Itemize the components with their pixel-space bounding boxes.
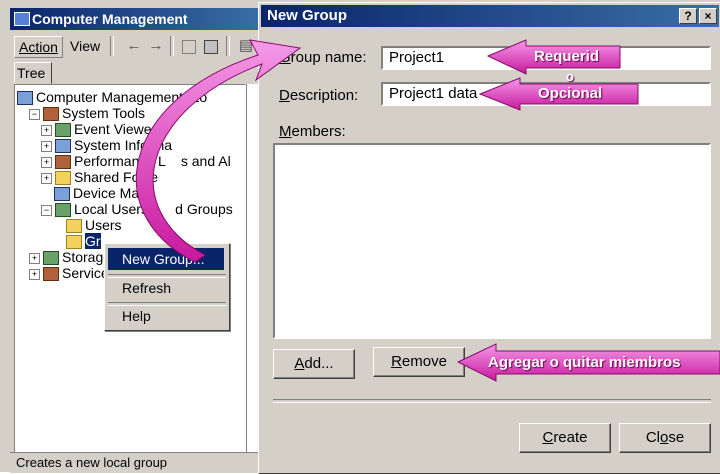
tree-item-label: Computer Management (Lo <box>36 89 208 105</box>
tree-item[interactable]: Computer Management (Lo <box>17 89 233 106</box>
tree-item-label: Performance L s and Al <box>74 153 231 169</box>
group-name-label: Group name: <box>279 49 367 66</box>
forward-arrow-icon[interactable]: → <box>148 38 164 54</box>
performance-logs-icon <box>55 155 71 170</box>
tree-item[interactable]: Device Mana <box>17 185 233 202</box>
tree-item-label: Event Viewer <box>74 121 157 137</box>
tree-item[interactable]: − System Tools <box>17 105 233 122</box>
action-menu[interactable]: Action <box>14 36 63 58</box>
device-manager-icon <box>54 187 70 202</box>
description-label: Description: <box>279 87 359 104</box>
close-icon[interactable]: × <box>699 8 717 24</box>
show-tree-icon[interactable] <box>204 40 218 54</box>
toolbar: Action View ← → ▤ <box>14 34 260 60</box>
callout-required: Requerid <box>534 48 600 65</box>
tree-item-label: Shared Folde <box>74 169 159 185</box>
callout-members: Agregar o quitar miembros <box>488 354 681 371</box>
close-button[interactable]: Close <box>619 423 711 453</box>
services-icon <box>43 267 59 282</box>
help-button[interactable]: ? <box>679 8 697 24</box>
tree-item-label: Users <box>85 217 122 233</box>
tree-item[interactable]: Users <box>17 217 233 234</box>
tree-item[interactable]: + System Informa <box>17 137 233 154</box>
tree-item-label: System Informa <box>74 137 173 153</box>
local-users-groups-icon <box>55 203 71 218</box>
toolbar-separator <box>170 36 174 56</box>
computer-management-icon <box>17 91 33 106</box>
dialog-title: New Group <box>267 7 348 24</box>
expand-icon[interactable]: + <box>41 140 52 152</box>
computer-management-titlebar: Computer Management <box>10 8 260 30</box>
tab-tree[interactable]: Tree <box>14 62 52 84</box>
remove-button[interactable]: Remove <box>373 347 465 377</box>
folder-open-icon <box>66 235 82 250</box>
tree-item-label: Gr <box>85 233 101 249</box>
properties-icon[interactable]: ▤ <box>238 38 254 54</box>
context-menu-help[interactable]: Help <box>108 305 224 327</box>
status-bar: Creates a new local group <box>10 452 264 473</box>
window-title: Computer Management <box>32 11 188 27</box>
context-menu-refresh[interactable]: Refresh <box>108 277 224 299</box>
system-tools-icon <box>43 107 59 122</box>
tree-item[interactable]: + Performance L s and Al <box>17 153 233 170</box>
members-list[interactable] <box>273 143 711 339</box>
system-information-icon <box>55 139 71 154</box>
dialog-separator <box>273 399 711 403</box>
storage-icon <box>43 251 59 266</box>
computer-management-icon <box>14 12 30 26</box>
callout-optional: Opcional <box>538 85 603 102</box>
tree-item-label: System Tools <box>62 105 145 121</box>
tree-item[interactable]: + Event Viewer <box>17 121 233 138</box>
collapse-icon[interactable]: − <box>29 108 40 120</box>
back-arrow-icon[interactable]: ← <box>126 38 142 54</box>
context-menu: New Group... Refresh Help <box>104 243 230 331</box>
toolbar-separator <box>226 36 230 56</box>
toolbar-separator <box>110 36 114 56</box>
shared-folders-icon <box>55 171 71 186</box>
callout-required-suffix: o <box>566 69 574 84</box>
expand-icon[interactable]: + <box>41 156 52 168</box>
expand-icon[interactable]: + <box>41 124 52 136</box>
event-viewer-icon <box>55 123 71 138</box>
up-level-icon[interactable] <box>182 40 196 54</box>
add-button[interactable]: Add... <box>273 349 355 379</box>
members-label: Members: <box>279 123 346 140</box>
expand-icon[interactable]: + <box>29 268 40 280</box>
expand-icon[interactable]: + <box>29 252 40 264</box>
view-menu[interactable]: View <box>66 36 104 56</box>
dialog-titlebar: New Group ? × <box>261 5 719 27</box>
create-button[interactable]: Create <box>519 423 611 453</box>
tree-item-label: Device Mana <box>73 185 155 201</box>
collapse-icon[interactable]: − <box>41 204 52 216</box>
tree-item-label: Local Users a d Groups <box>74 201 233 217</box>
context-menu-new-group[interactable]: New Group... <box>108 248 224 270</box>
new-group-dialog: New Group ? × Group name: Project1 Descr… <box>258 2 720 474</box>
folder-icon <box>66 219 82 234</box>
tree-item[interactable]: + Shared Folde <box>17 169 233 186</box>
tree-item[interactable]: − Local Users a d Groups <box>17 201 233 218</box>
expand-icon[interactable]: + <box>41 172 52 184</box>
